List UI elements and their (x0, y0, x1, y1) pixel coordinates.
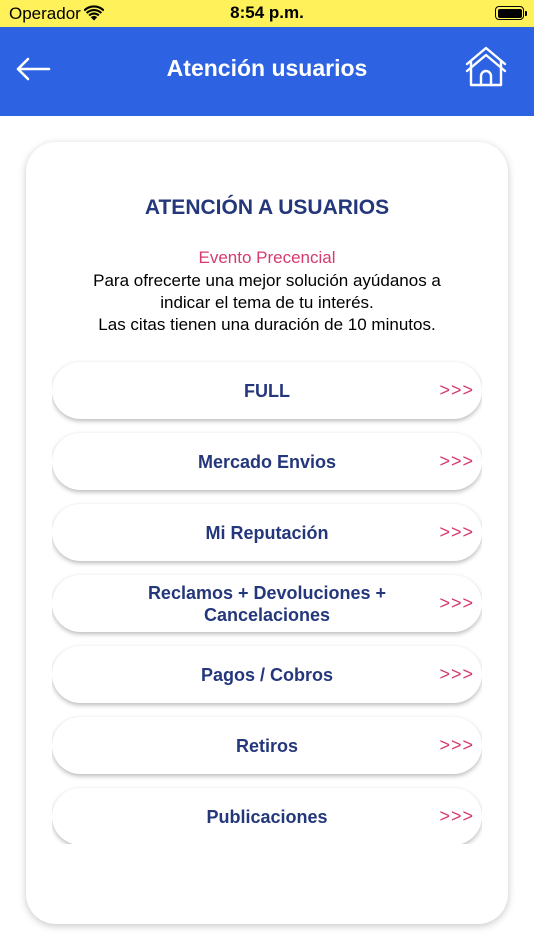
topic-mi-reputacion-button[interactable]: Mi Reputación >>> (52, 504, 482, 561)
status-time: 8:54 p.m. (230, 3, 304, 22)
content-card: ATENCIÓN A USUARIOS Evento Precencial Pa… (26, 142, 508, 924)
topic-retiros-button[interactable]: Retiros >>> (52, 717, 482, 774)
home-button[interactable] (460, 43, 512, 91)
topic-list: FULL >>> Mercado Envios >>> Mi Reputació… (52, 360, 482, 844)
chevron-right-icon: >>> (439, 664, 474, 684)
topic-label: Publicaciones (206, 806, 328, 827)
topic-publicaciones-button[interactable]: Publicaciones >>> (52, 788, 482, 844)
topic-label: FULL (244, 380, 290, 401)
topic-reclamos-button[interactable]: Reclamos + Devoluciones + Cancelaciones … (52, 575, 482, 632)
chevron-right-icon: >>> (439, 806, 474, 826)
topic-label: Retiros (235, 735, 298, 756)
battery-icon (495, 6, 527, 20)
description: Para ofrecerte una mejor solución ayúdan… (46, 270, 488, 336)
description-line: indicar el tema de tu interés. (160, 293, 374, 312)
section-title: ATENCIÓN A USUARIOS (144, 196, 390, 219)
chevron-right-icon: >>> (439, 593, 474, 613)
topic-mercado-envios-button[interactable]: Mercado Envios >>> (52, 433, 482, 490)
status-bar: Operador 8:54 p.m. (0, 0, 534, 27)
chevron-right-icon: >>> (439, 522, 474, 542)
chevron-right-icon: >>> (439, 451, 474, 471)
chevron-right-icon: >>> (439, 735, 474, 755)
topic-label: Pagos / Cobros (200, 664, 334, 685)
topic-label: Reclamos + Devoluciones + Cancelaciones (147, 582, 387, 625)
description-line: Las citas tienen una duración de 10 minu… (98, 315, 436, 334)
page-title: Atención usuarios (166, 55, 368, 81)
topic-full-button[interactable]: FULL >>> (52, 362, 482, 419)
chevron-right-icon: >>> (439, 380, 474, 400)
event-subtitle: Evento Precencial (198, 248, 336, 267)
header-bar: Atención usuarios (0, 27, 534, 116)
topic-pagos-cobros-button[interactable]: Pagos / Cobros >>> (52, 646, 482, 703)
topic-label: Mi Reputación (205, 522, 329, 543)
description-line: Para ofrecerte una mejor solución ayúdan… (93, 271, 441, 290)
topic-label: Mercado Envios (197, 451, 337, 472)
home-icon (465, 46, 507, 87)
